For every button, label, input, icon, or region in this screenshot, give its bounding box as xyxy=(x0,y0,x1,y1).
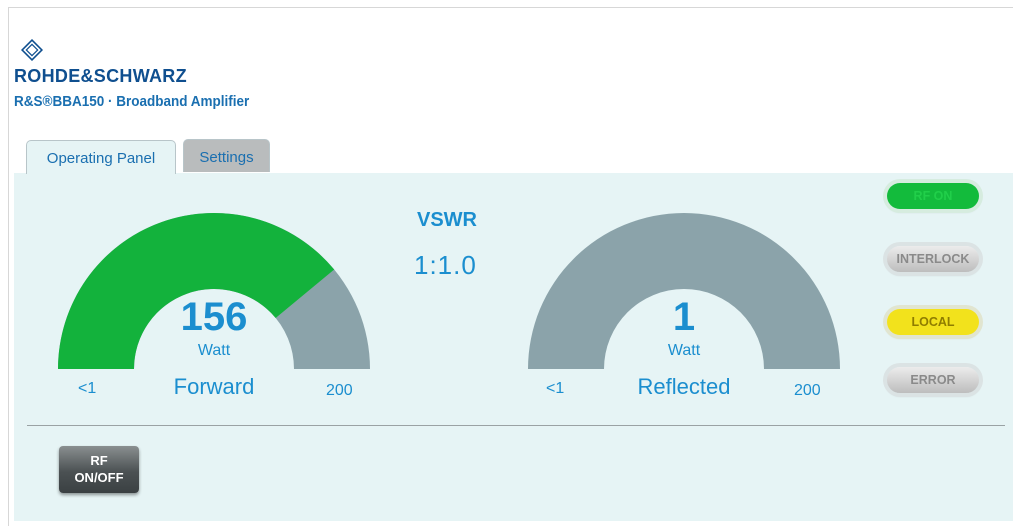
forward-min-tick: <1 xyxy=(78,380,97,397)
forward-max-tick: 200 xyxy=(326,382,353,399)
rs-diamond-logo-icon xyxy=(21,39,43,61)
vswr-value: 1:1.0 xyxy=(414,250,477,280)
vswr-title: VSWR xyxy=(417,209,477,231)
brand-name: ROHDE&SCHWARZ xyxy=(14,66,187,86)
tab-operating-panel[interactable]: Operating Panel xyxy=(26,140,176,174)
forward-power-unit: Watt xyxy=(197,342,231,359)
rf-button-line2: ON/OFF xyxy=(74,470,124,485)
forward-gauge: 156 Watt Forward <1 200 xyxy=(56,211,372,411)
error-indicator: ERROR xyxy=(887,367,979,393)
reflected-min-tick: <1 xyxy=(546,380,565,397)
reflected-power-value: 1 xyxy=(672,295,696,339)
reflected-gauge: 1 Watt Reflected <1 200 xyxy=(526,211,842,411)
interlock-indicator: INTERLOCK xyxy=(887,246,979,272)
forward-power-value: 156 xyxy=(180,295,248,339)
product-title: R&S®BBA150 · Broadband Amplifier xyxy=(14,93,250,110)
reflected-power-unit: Watt xyxy=(667,342,701,359)
panel-divider xyxy=(27,425,1005,426)
local-indicator: LOCAL xyxy=(887,309,979,335)
rf-on-indicator: RF ON xyxy=(887,183,979,209)
rf-button-line1: RF xyxy=(90,453,108,468)
rf-on-off-button[interactable]: RF ON/OFF xyxy=(59,446,139,493)
reflected-max-tick: 200 xyxy=(794,382,821,399)
forward-label: Forward xyxy=(173,374,255,399)
tab-settings[interactable]: Settings xyxy=(183,139,270,172)
